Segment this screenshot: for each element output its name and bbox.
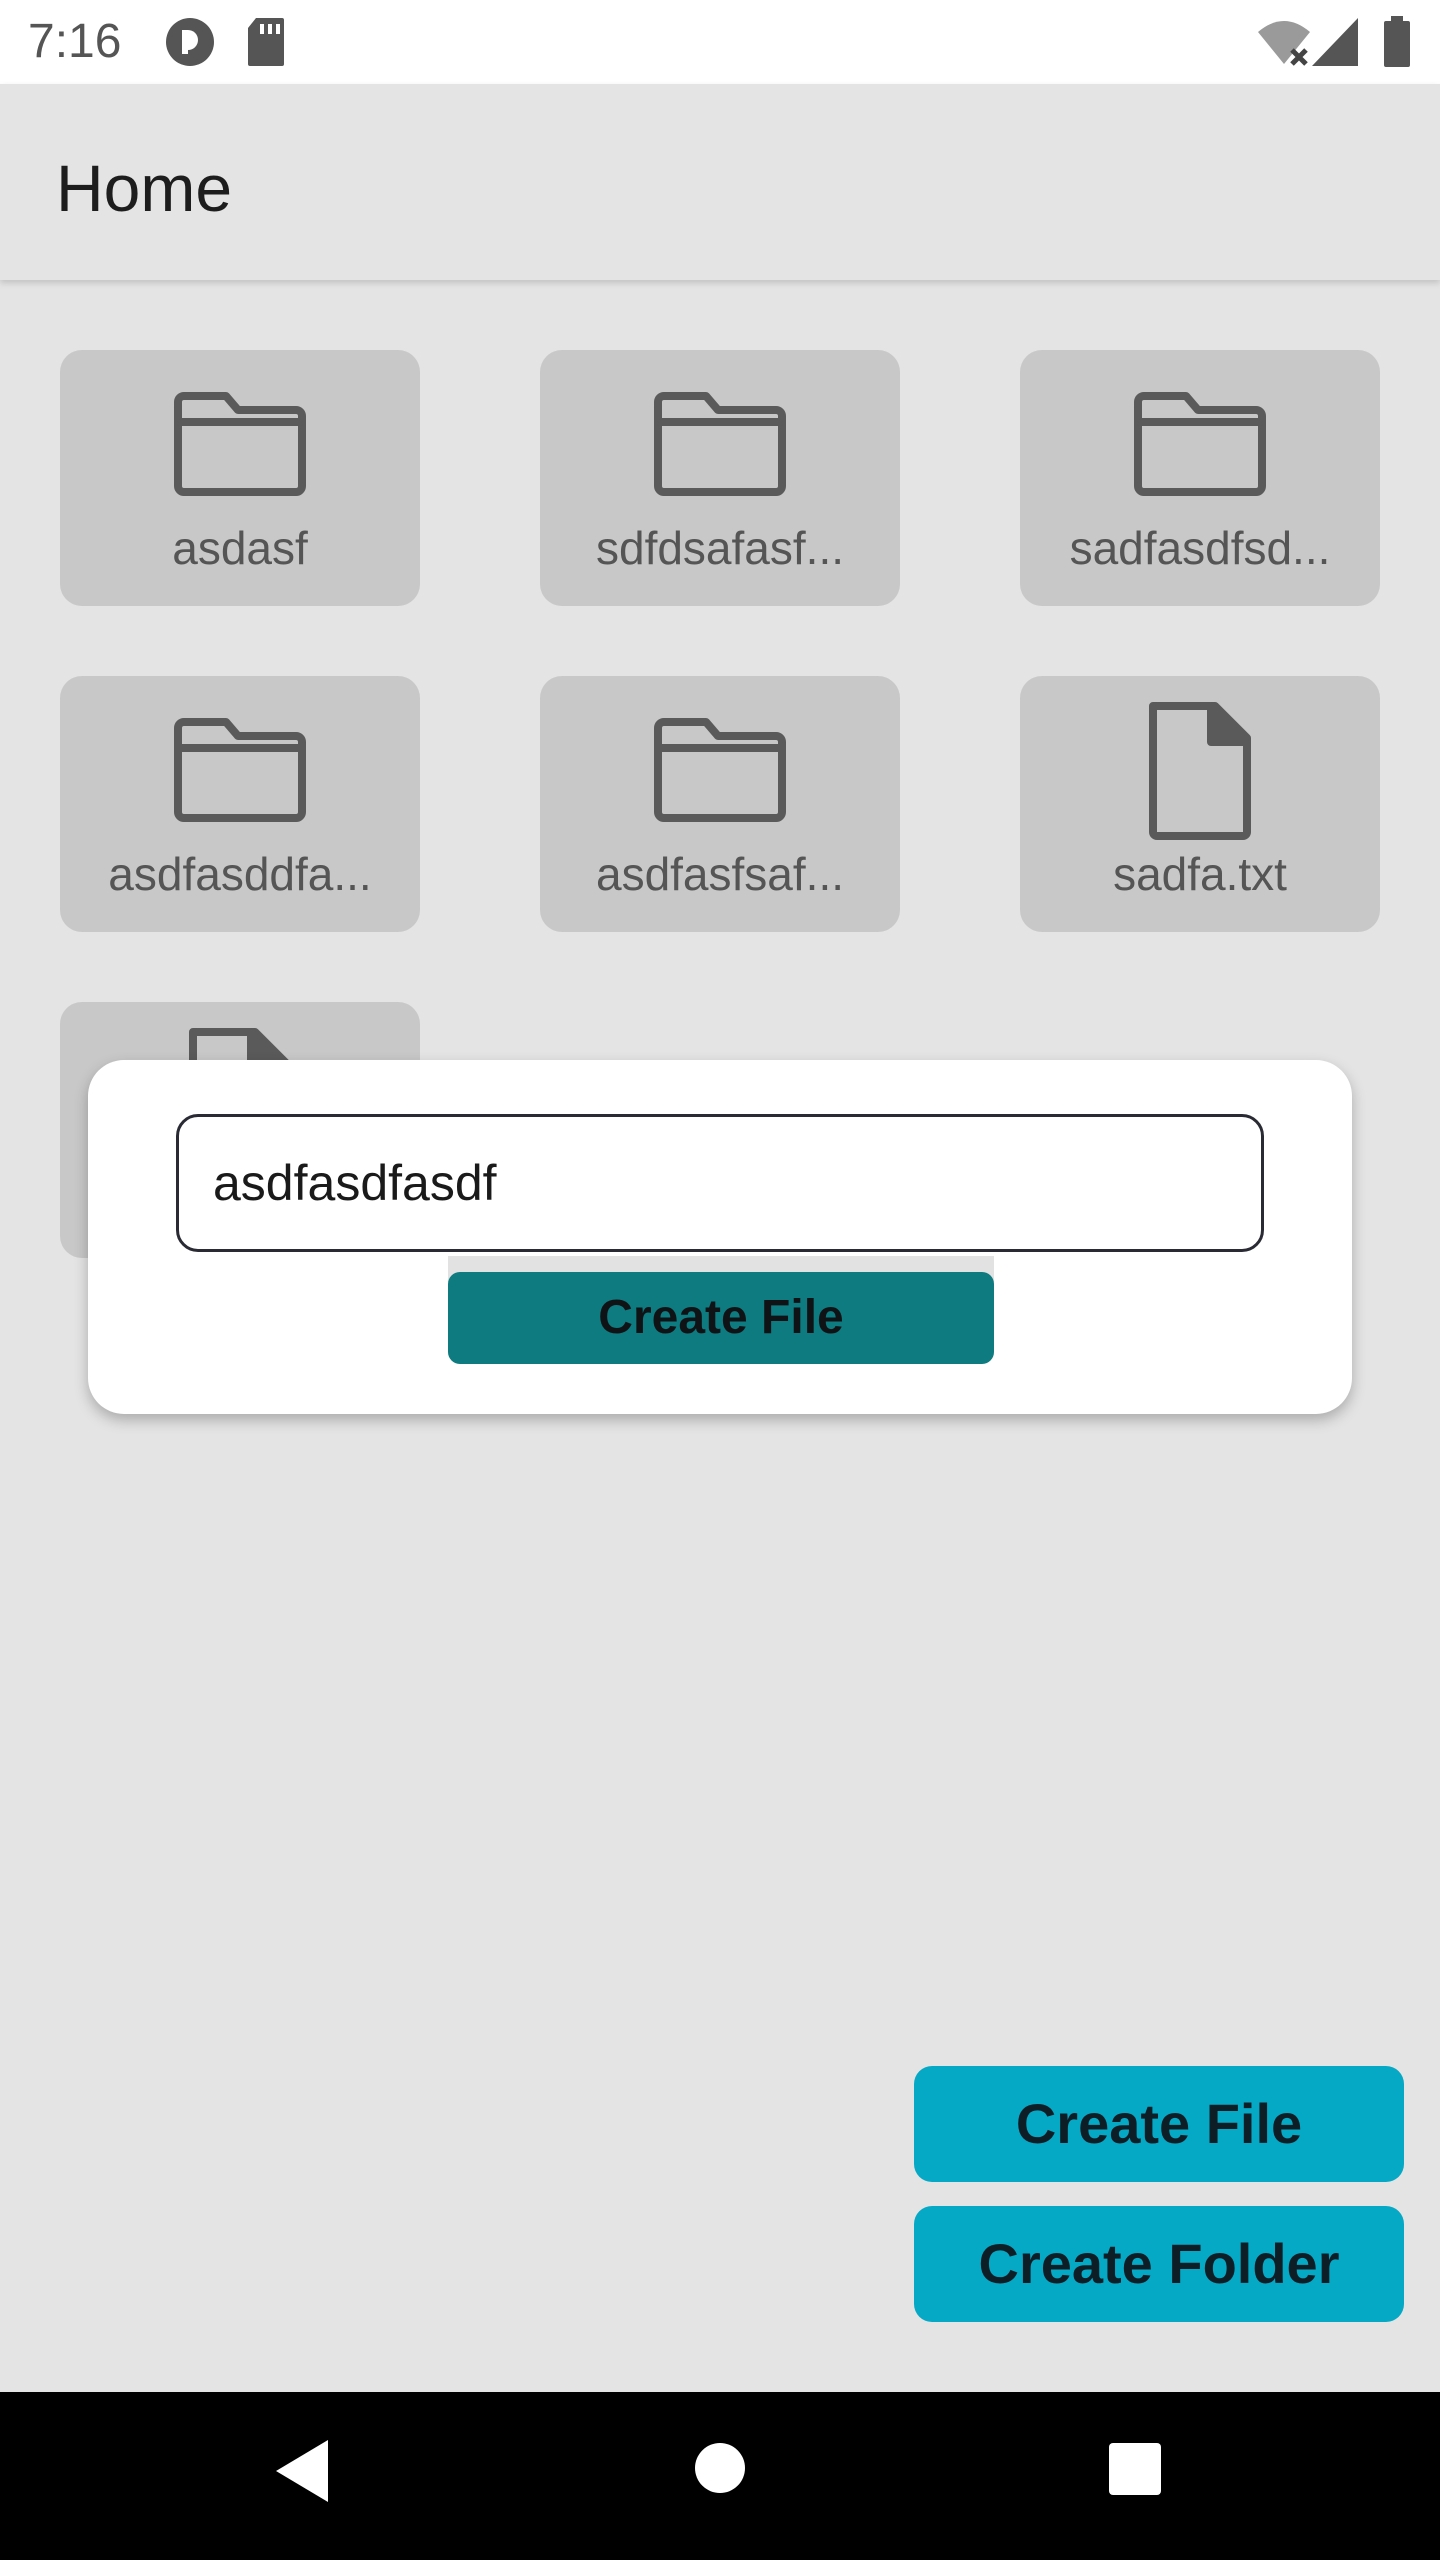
folder-icon <box>652 714 788 829</box>
cell-signal-icon <box>1310 16 1360 73</box>
battery-icon <box>1382 16 1412 73</box>
app-bar: Home <box>0 84 1440 280</box>
sd-card-icon <box>246 16 286 73</box>
item-name: sadfa.txt <box>1113 848 1287 900</box>
file-tile[interactable]: sadfa.txt <box>1020 676 1380 932</box>
create-file-button[interactable]: Create File <box>914 2066 1404 2182</box>
page-title: Home <box>56 151 233 225</box>
status-time: 7:16 <box>28 15 122 68</box>
folder-icon <box>652 388 788 503</box>
home-icon[interactable] <box>694 2442 746 2499</box>
back-icon[interactable] <box>272 2436 332 2511</box>
navigation-bar <box>0 2392 1440 2560</box>
folder-tile[interactable]: sadfasdfsd... <box>1020 350 1380 606</box>
item-name: asdfasfsaf... <box>595 848 844 900</box>
file-icon <box>1145 700 1255 845</box>
status-bar: 7:16 <box>0 0 1440 84</box>
app-notification-icon <box>164 16 216 73</box>
item-name: asdfasddfa... <box>108 848 372 900</box>
file-name-input[interactable] <box>176 1114 1264 1252</box>
create-file-dialog: Create File <box>88 1060 1352 1414</box>
folder-tile[interactable]: sdfdsafasf... <box>540 350 900 606</box>
folder-icon <box>172 388 308 503</box>
item-name: sadfasdfsd... <box>1069 522 1331 574</box>
dialog-create-file-button[interactable]: Create File <box>448 1272 994 1364</box>
folder-icon <box>172 714 308 829</box>
recents-icon[interactable] <box>1108 2442 1162 2501</box>
item-name: sdfdsafasf... <box>595 522 844 574</box>
folder-tile[interactable]: asdasf <box>60 350 420 606</box>
folder-tile[interactable]: asdfasddfa... <box>60 676 420 932</box>
folder-icon <box>1132 388 1268 503</box>
create-folder-button[interactable]: Create Folder <box>914 2206 1404 2322</box>
item-name: asdasf <box>172 522 308 574</box>
wifi-off-icon <box>1256 16 1312 73</box>
folder-tile[interactable]: asdfasfsaf... <box>540 676 900 932</box>
